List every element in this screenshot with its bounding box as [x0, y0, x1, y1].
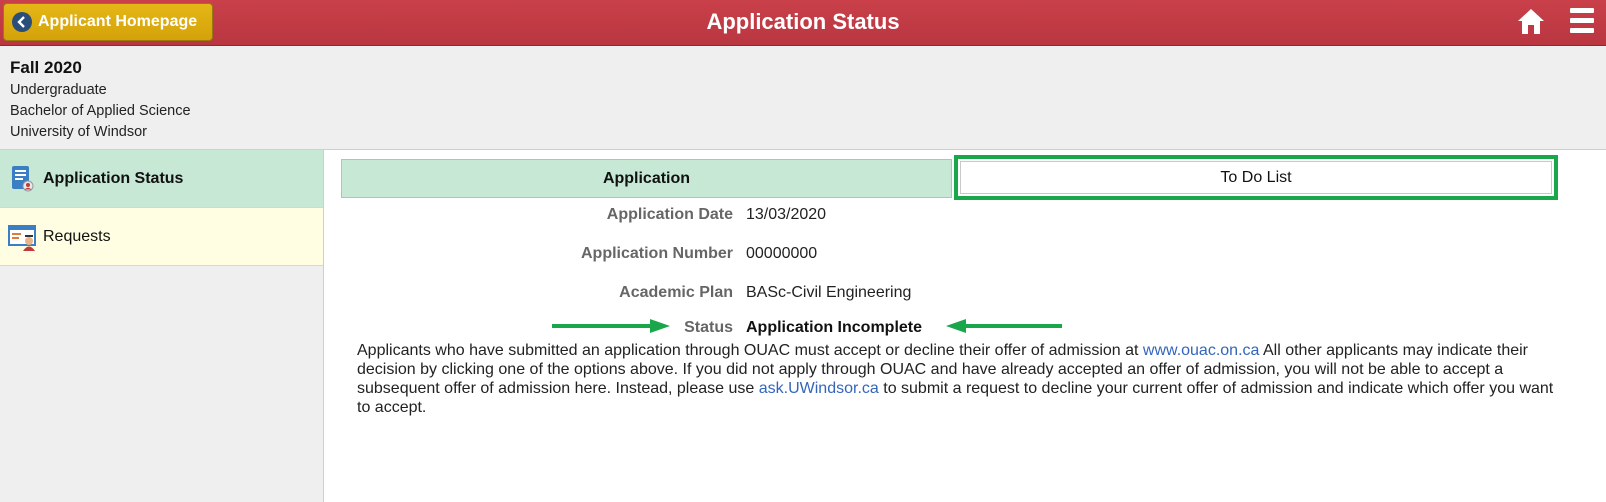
- application-status-icon: [8, 164, 36, 194]
- header-bar: Applicant Homepage Application Status: [0, 0, 1606, 46]
- left-arrow-annotation-icon: [946, 319, 1062, 333]
- tab-to-do-list[interactable]: To Do List: [954, 155, 1558, 200]
- notice-text-1: Applicants who have submitted an applica…: [357, 342, 1143, 359]
- sidebar-item-label: Requests: [43, 227, 111, 245]
- applicant-homepage-button[interactable]: Applicant Homepage: [3, 3, 213, 41]
- academic-plan-label: Academic Plan: [619, 284, 733, 301]
- hamburger-menu-icon[interactable]: [1570, 8, 1594, 34]
- page-title: Application Status: [706, 9, 900, 34]
- applicant-homepage-label: Applicant Homepage: [38, 13, 198, 30]
- academic-plan-value: BASc-Civil Engineering: [746, 284, 912, 301]
- status-value: Application Incomplete: [746, 319, 923, 336]
- application-number-value: 00000000: [746, 245, 818, 262]
- home-icon[interactable]: [1516, 6, 1546, 36]
- sidebar-item-requests[interactable]: Requests: [0, 208, 323, 266]
- chevron-left-icon: [12, 12, 32, 32]
- ask-uwindsor-link[interactable]: ask.UWindsor.ca: [759, 380, 879, 397]
- program-info-panel: Fall 2020 Undergraduate Bachelor of Appl…: [0, 46, 1606, 150]
- application-date-label: Application Date: [606, 206, 733, 223]
- application-date-value: 13/03/2020: [746, 206, 827, 223]
- status-label: Status: [684, 319, 733, 336]
- requests-icon: [8, 222, 36, 252]
- term-label: Fall 2020: [10, 58, 82, 77]
- sidebar-item-application-status[interactable]: Application Status: [0, 150, 323, 208]
- admission-notice: Applicants who have submitted an applica…: [357, 341, 1557, 417]
- tab-to-do-list-label: To Do List: [1220, 168, 1292, 186]
- sidebar: Application Status Requests: [0, 150, 324, 502]
- right-arrow-annotation-icon: [552, 319, 670, 333]
- tab-application[interactable]: Application: [341, 159, 952, 198]
- sidebar-item-label: Application Status: [43, 169, 184, 187]
- career-label: Undergraduate: [10, 82, 107, 98]
- application-number-label: Application Number: [580, 245, 733, 262]
- institution-label: University of Windsor: [10, 124, 147, 140]
- program-label: Bachelor of Applied Science: [10, 103, 191, 119]
- ouac-link[interactable]: www.ouac.on.ca: [1143, 342, 1260, 359]
